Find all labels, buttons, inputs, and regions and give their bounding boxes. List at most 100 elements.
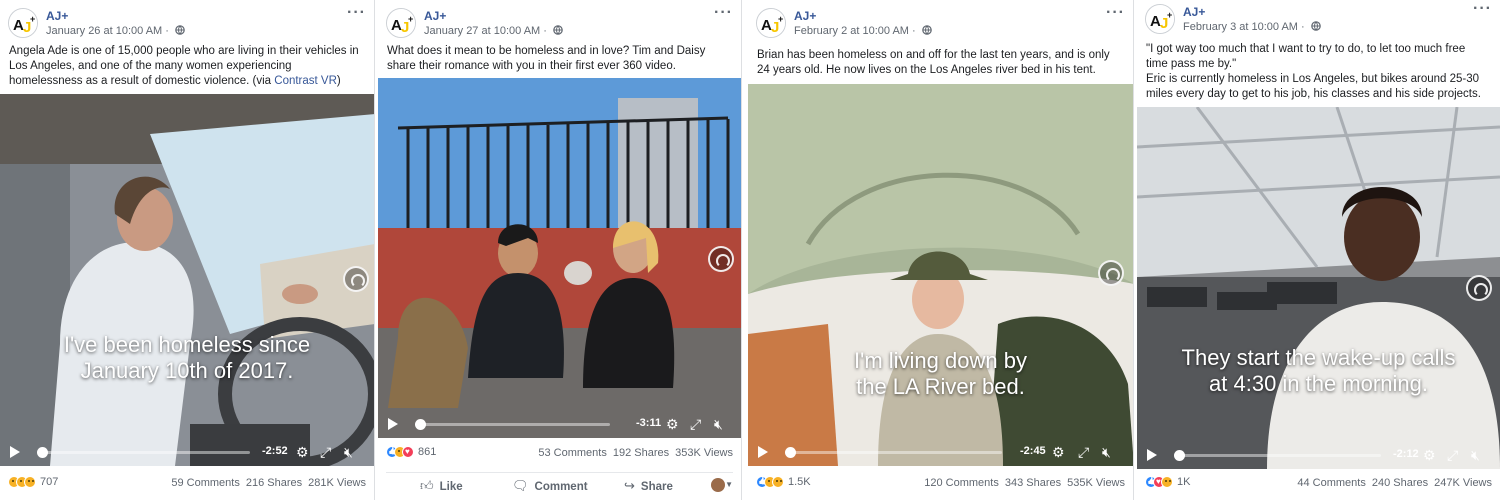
post-stats: 1.5K 120 Comments 343 Shares 535K Views bbox=[756, 476, 1125, 494]
post-date[interactable]: January 27 at 10:00 AM · bbox=[424, 25, 550, 37]
reactions-summary[interactable]: 1K bbox=[1145, 476, 1190, 492]
globe-icon bbox=[553, 25, 563, 35]
seek-handle[interactable] bbox=[415, 419, 426, 430]
video-player[interactable]: -3:11 ⚙ ⤢ 🔇︎ bbox=[378, 78, 741, 438]
mute-icon[interactable]: 🔇︎ bbox=[344, 444, 353, 460]
comment-count[interactable]: 44 Comments bbox=[1297, 477, 1365, 489]
more-options-icon[interactable]: ··· bbox=[1473, 0, 1492, 18]
avatar[interactable] bbox=[711, 478, 725, 492]
video-player[interactable]: They start the wake-up calls at 4:30 in … bbox=[1137, 107, 1500, 469]
comment-count[interactable]: 120 Comments bbox=[924, 477, 999, 489]
reactions-summary[interactable]: 1.5K bbox=[756, 476, 811, 492]
video-post-4: A J + AJ+ February 3 at 10:00 AM · ··· "I … bbox=[1137, 0, 1500, 500]
video-player[interactable]: I'm living down by the LA River bed. -2:… bbox=[748, 84, 1133, 466]
post-date[interactable]: February 2 at 10:00 AM · bbox=[794, 25, 919, 37]
vr-360-icon[interactable] bbox=[1098, 260, 1124, 286]
settings-gear-icon[interactable]: ⚙ bbox=[666, 416, 679, 432]
post-timestamp[interactable]: January 27 at 10:00 AM · bbox=[424, 25, 563, 37]
seek-handle[interactable] bbox=[785, 447, 796, 458]
comment-bubble-icon: 🗨︎ bbox=[512, 478, 529, 493]
contrast-vr-link[interactable]: Contrast VR bbox=[274, 75, 337, 87]
engagement-counts: 53 Comments 192 Shares 353K Views bbox=[532, 447, 733, 459]
mute-icon[interactable]: 🔇︎ bbox=[714, 416, 723, 432]
page-name[interactable]: AJ+ bbox=[794, 9, 816, 23]
play-icon[interactable] bbox=[1147, 449, 1157, 461]
seek-bar[interactable] bbox=[415, 419, 610, 430]
video-frame-street-couple bbox=[378, 78, 741, 438]
fullscreen-icon[interactable]: ⤢ bbox=[320, 444, 331, 460]
view-count: 281K Views bbox=[308, 477, 366, 489]
more-options-icon[interactable]: ··· bbox=[347, 4, 366, 22]
page-name[interactable]: AJ+ bbox=[1183, 5, 1205, 19]
more-options-icon[interactable]: ··· bbox=[1106, 4, 1125, 22]
seek-bar[interactable] bbox=[785, 447, 1002, 458]
reaction-count[interactable]: 1.5K bbox=[788, 476, 811, 488]
vr-360-icon[interactable] bbox=[343, 266, 369, 292]
seek-bar[interactable] bbox=[37, 447, 250, 458]
seek-handle[interactable] bbox=[1174, 450, 1185, 461]
globe-icon bbox=[1310, 21, 1321, 31]
page-name[interactable]: AJ+ bbox=[46, 9, 68, 23]
post-date[interactable]: January 26 at 10:00 AM · bbox=[46, 25, 172, 37]
video-frame-car-interior bbox=[0, 94, 374, 466]
chevron-down-icon[interactable]: ▼ bbox=[725, 480, 733, 489]
post-stats: 1K 44 Comments 240 Shares 247K Views bbox=[1145, 476, 1492, 494]
post-caption: "I got way too much that I want to try t… bbox=[1146, 42, 1490, 102]
video-subtitle: I've been homeless since January 10th of… bbox=[0, 332, 374, 384]
fullscreen-icon[interactable]: ⤢ bbox=[1447, 447, 1458, 463]
reactions-summary[interactable]: 861 bbox=[386, 446, 436, 462]
comment-count[interactable]: 53 Comments bbox=[538, 447, 606, 459]
reaction-count[interactable]: 1K bbox=[1177, 476, 1190, 488]
mute-icon[interactable]: 🔇︎ bbox=[1471, 447, 1480, 463]
reactions-summary[interactable]: 707 bbox=[8, 476, 58, 492]
share-button[interactable]: ↪ Share bbox=[624, 478, 673, 494]
video-subtitle: I'm living down by the LA River bed. bbox=[748, 348, 1133, 400]
seek-bar[interactable] bbox=[1174, 450, 1381, 461]
seek-handle[interactable] bbox=[37, 447, 48, 458]
post-header: A J + AJ+ January 26 at 10:00 AM · ··· bbox=[8, 4, 366, 40]
page-name[interactable]: AJ+ bbox=[424, 9, 446, 23]
vr-360-icon[interactable] bbox=[708, 246, 734, 272]
reaction-count[interactable]: 861 bbox=[418, 446, 436, 458]
fullscreen-icon[interactable]: ⤢ bbox=[690, 416, 701, 432]
post-date[interactable]: February 3 at 10:00 AM · bbox=[1183, 21, 1308, 33]
aj-plus-logo[interactable]: A J + bbox=[386, 8, 416, 38]
video-post-3: A J + AJ+ February 2 at 10:00 AM · ··· Bri… bbox=[748, 0, 1134, 500]
share-count[interactable]: 240 Shares bbox=[1372, 477, 1428, 489]
video-controls: -3:11 ⚙ ⤢ 🔇︎ bbox=[378, 410, 741, 438]
post-timestamp[interactable]: February 2 at 10:00 AM · bbox=[794, 25, 932, 37]
play-icon[interactable] bbox=[10, 446, 20, 458]
post-timestamp[interactable]: February 3 at 10:00 AM · bbox=[1183, 21, 1321, 33]
play-icon[interactable] bbox=[388, 418, 398, 430]
share-count[interactable]: 192 Shares bbox=[613, 447, 669, 459]
view-count: 247K Views bbox=[1434, 477, 1492, 489]
comment-button[interactable]: 🗨︎ Comment bbox=[512, 478, 588, 494]
video-controls: -2:45 ⚙ ⤢ 🔇︎ bbox=[748, 438, 1133, 466]
wow-reaction-icon bbox=[24, 476, 36, 489]
comment-count[interactable]: 59 Comments bbox=[171, 477, 239, 489]
post-timestamp[interactable]: January 26 at 10:00 AM · bbox=[46, 25, 185, 37]
video-player[interactable]: I've been homeless since January 10th of… bbox=[0, 94, 374, 466]
share-count[interactable]: 343 Shares bbox=[1005, 477, 1061, 489]
wow-reaction-icon bbox=[772, 476, 784, 489]
aj-plus-logo[interactable]: A J + bbox=[8, 8, 38, 38]
reaction-count[interactable]: 707 bbox=[40, 476, 58, 488]
post-stats: 707 59 Comments 216 Shares 281K Views bbox=[8, 476, 366, 494]
engagement-counts: 44 Comments 240 Shares 247K Views bbox=[1291, 477, 1492, 489]
vr-360-icon[interactable] bbox=[1466, 275, 1492, 301]
caption-end: ) bbox=[336, 75, 341, 87]
like-button[interactable]: 👍︎ Like bbox=[420, 478, 463, 494]
mute-icon[interactable]: 🔇︎ bbox=[1102, 444, 1111, 460]
aj-plus-logo[interactable]: A J + bbox=[1145, 4, 1175, 34]
play-icon[interactable] bbox=[758, 446, 768, 458]
thumbs-up-icon: 👍︎ bbox=[420, 478, 434, 493]
settings-gear-icon[interactable]: ⚙ bbox=[296, 444, 309, 460]
share-count[interactable]: 216 Shares bbox=[246, 477, 302, 489]
fullscreen-icon[interactable]: ⤢ bbox=[1078, 444, 1089, 460]
aj-plus-logo[interactable]: A J + bbox=[756, 8, 786, 38]
more-options-icon[interactable]: ··· bbox=[714, 4, 733, 22]
settings-gear-icon[interactable]: ⚙ bbox=[1052, 444, 1065, 460]
post-caption: What does it mean to be homeless and in … bbox=[387, 44, 731, 74]
settings-gear-icon[interactable]: ⚙ bbox=[1423, 447, 1436, 463]
post-header: A J + AJ+ January 27 at 10:00 AM · ··· bbox=[386, 4, 733, 40]
